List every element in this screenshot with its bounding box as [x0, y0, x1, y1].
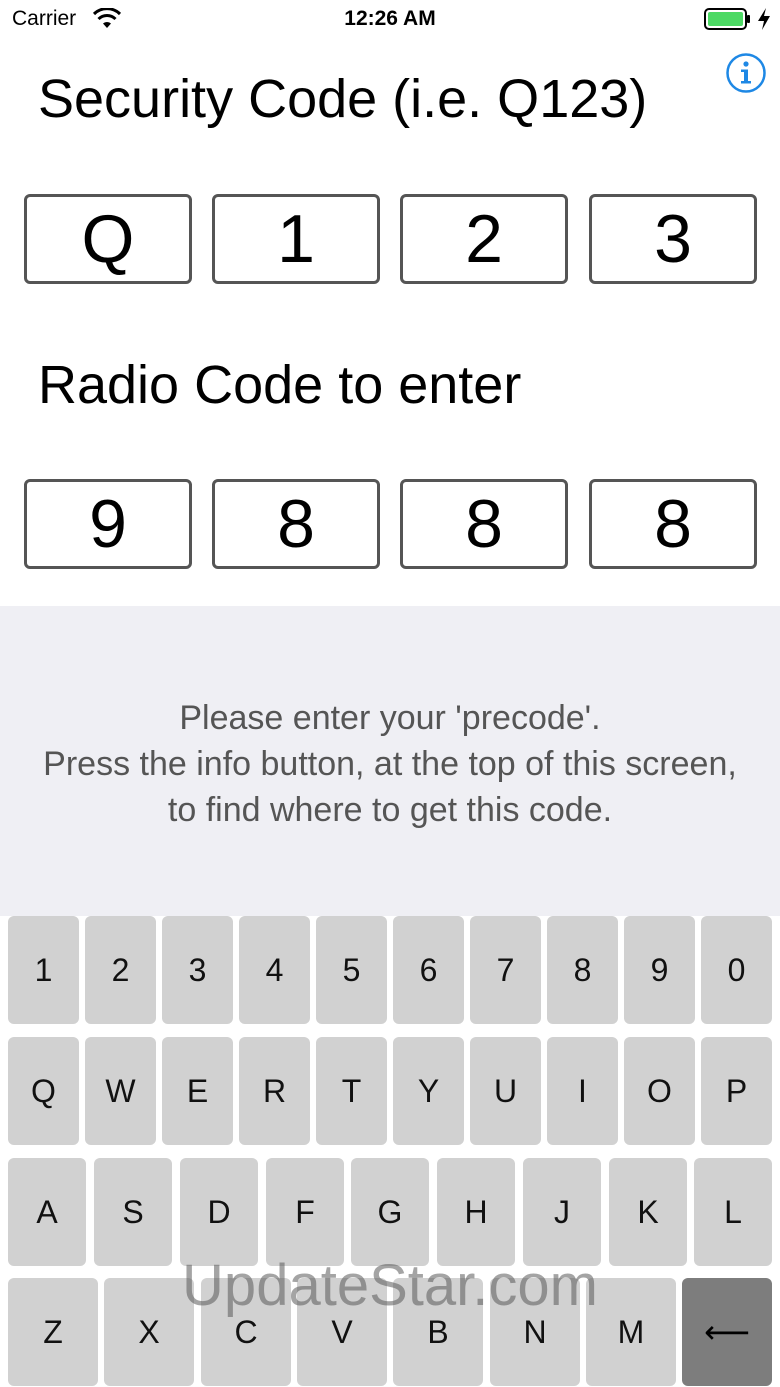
- security-code-boxes: Q 1 2 3: [0, 194, 780, 284]
- key[interactable]: 3: [162, 916, 233, 1024]
- instruction-panel: Please enter your 'precode'. Press the i…: [0, 606, 780, 916]
- instruction-line-1: Please enter your 'precode'.: [179, 699, 601, 737]
- radio-code-title: Radio Code to enter: [38, 355, 522, 415]
- key[interactable]: 7: [470, 916, 541, 1024]
- status-time: 12:26 AM: [344, 7, 436, 30]
- key[interactable]: 5: [316, 916, 387, 1024]
- key[interactable]: T: [316, 1037, 387, 1145]
- key[interactable]: M: [586, 1278, 676, 1386]
- key[interactable]: D: [180, 1158, 258, 1266]
- battery-icon: [704, 8, 750, 30]
- security-code-title: Security Code (i.e. Q123): [38, 69, 648, 129]
- key[interactable]: X: [104, 1278, 194, 1386]
- key[interactable]: F: [266, 1158, 344, 1266]
- key[interactable]: 9: [624, 916, 695, 1024]
- instruction-line-2: Press the info button, at the top of thi…: [43, 745, 737, 783]
- key[interactable]: P: [701, 1037, 772, 1145]
- key[interactable]: W: [85, 1037, 156, 1145]
- key[interactable]: L: [694, 1158, 772, 1266]
- security-code-box-3[interactable]: 2: [400, 194, 568, 284]
- security-code-box-1[interactable]: Q: [24, 194, 192, 284]
- keyboard: 1 2 3 4 5 6 7 8 9 0 Q W E R T Y U I O P …: [0, 916, 780, 1387]
- status-bar: Carrier 12:26 AM: [0, 0, 780, 40]
- key[interactable]: Y: [393, 1037, 464, 1145]
- key[interactable]: 2: [85, 916, 156, 1024]
- key[interactable]: 4: [239, 916, 310, 1024]
- key[interactable]: 6: [393, 916, 464, 1024]
- charging-bolt-icon: [758, 8, 770, 30]
- radio-code-digit-3: 8: [400, 479, 568, 569]
- key[interactable]: 0: [701, 916, 772, 1024]
- key[interactable]: J: [523, 1158, 601, 1266]
- key[interactable]: U: [470, 1037, 541, 1145]
- key[interactable]: 8: [547, 916, 618, 1024]
- key[interactable]: K: [609, 1158, 687, 1266]
- radio-code-digit-4: 8: [589, 479, 757, 569]
- key[interactable]: C: [201, 1278, 291, 1386]
- key[interactable]: A: [8, 1158, 86, 1266]
- security-code-box-2[interactable]: 1: [212, 194, 380, 284]
- radio-code-digit-2: 8: [212, 479, 380, 569]
- backspace-key[interactable]: ⟵: [682, 1278, 772, 1386]
- radio-code-digit-1: 9: [24, 479, 192, 569]
- key[interactable]: Z: [8, 1278, 98, 1386]
- instruction-line-3: to find where to get this code.: [167, 791, 613, 829]
- key[interactable]: E: [162, 1037, 233, 1145]
- key[interactable]: V: [297, 1278, 387, 1386]
- key[interactable]: R: [239, 1037, 310, 1145]
- key[interactable]: B: [393, 1278, 483, 1386]
- key[interactable]: I: [547, 1037, 618, 1145]
- key[interactable]: S: [94, 1158, 172, 1266]
- backspace-arrow-icon: ⟵: [704, 1314, 750, 1350]
- security-code-box-4[interactable]: 3: [589, 194, 757, 284]
- key[interactable]: 1: [8, 916, 79, 1024]
- radio-code-boxes: 9 8 8 8: [0, 479, 780, 569]
- key[interactable]: H: [437, 1158, 515, 1266]
- key[interactable]: Q: [8, 1037, 79, 1145]
- key[interactable]: G: [351, 1158, 429, 1266]
- info-icon[interactable]: [725, 52, 767, 94]
- key[interactable]: O: [624, 1037, 695, 1145]
- key[interactable]: N: [490, 1278, 580, 1386]
